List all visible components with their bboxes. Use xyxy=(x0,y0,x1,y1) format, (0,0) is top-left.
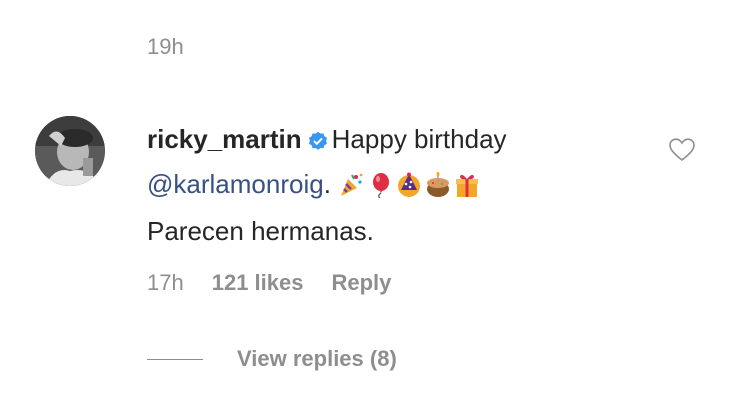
likes-count-button[interactable]: 121 likes xyxy=(212,270,304,296)
replies-divider-line xyxy=(147,358,203,360)
comment-timestamp: 17h xyxy=(147,270,184,295)
cake-icon xyxy=(425,168,451,210)
party-popper-icon xyxy=(338,168,364,210)
comment-username[interactable]: ricky_martin xyxy=(147,124,302,154)
avatar[interactable] xyxy=(35,116,105,186)
mention-suffix: . xyxy=(323,169,331,199)
view-replies-label: View replies (8) xyxy=(237,346,397,371)
gift-icon xyxy=(454,168,480,210)
mention-link[interactable]: @karlamonroig xyxy=(147,169,324,199)
reply-button[interactable]: Reply xyxy=(331,270,391,296)
avatar-photo xyxy=(35,116,105,186)
previous-comment-timestamp: 19h xyxy=(147,34,184,59)
comment-text: ricky_martin Happy birthday @karlamonroig… xyxy=(147,118,617,252)
view-replies-button[interactable]: View replies (8) xyxy=(147,346,397,372)
like-heart-icon[interactable] xyxy=(669,138,695,167)
verified-badge-icon xyxy=(308,121,328,163)
party-hat-icon xyxy=(396,168,422,210)
comment-second-line: Parecen hermanas. xyxy=(147,216,374,246)
comment-message: Happy birthday xyxy=(331,124,507,154)
balloon-icon xyxy=(367,168,393,210)
comment-meta: 17h 121 likes Reply xyxy=(147,270,391,296)
